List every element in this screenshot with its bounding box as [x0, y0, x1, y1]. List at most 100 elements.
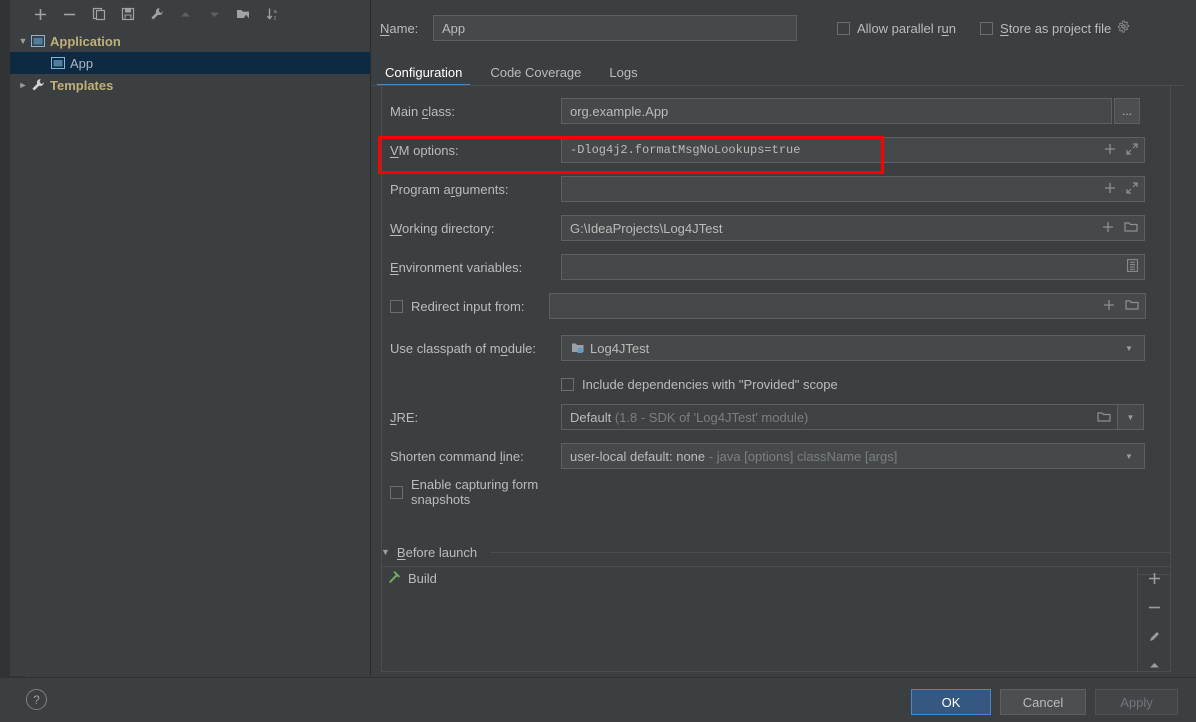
dialog-footer: ? OK Cancel Apply	[0, 677, 1196, 722]
vm-options-actions	[1096, 142, 1138, 158]
environment-variables-input[interactable]	[561, 254, 1145, 280]
folder-icon[interactable]	[1125, 299, 1139, 314]
tree-node-application[interactable]: ▼ Application	[10, 30, 370, 52]
configurations-tree: ▼ Application App ► Templates	[10, 30, 370, 96]
application-icon	[50, 55, 66, 71]
expand-icon[interactable]	[1126, 181, 1138, 197]
shorten-value-main: user-local default: none	[570, 448, 706, 464]
folder-icon[interactable]	[1124, 221, 1138, 236]
configurations-left-panel: az ▼ Application App ► Templates	[10, 0, 371, 676]
sort-az-icon[interactable]: az	[264, 6, 281, 23]
arrow-up-icon[interactable]	[1148, 659, 1161, 675]
use-classpath-row: Use classpath of module: Log4JTest ▼	[381, 333, 1181, 363]
chevron-down-icon[interactable]: ▼	[1120, 452, 1138, 461]
cancel-button-label: Cancel	[1022, 694, 1064, 710]
checkbox-box[interactable]	[390, 485, 403, 499]
enable-snapshots-checkbox[interactable]: Enable capturing form snapshots	[381, 477, 561, 507]
plus-icon[interactable]	[1103, 299, 1115, 314]
environment-variables-row: Environment variables:	[381, 252, 1181, 282]
minus-icon[interactable]	[1148, 601, 1161, 617]
shorten-command-line-combobox[interactable]: user-local default: none - java [options…	[561, 443, 1145, 469]
plus-icon[interactable]	[1104, 182, 1116, 197]
plus-icon[interactable]	[1148, 572, 1161, 588]
list-item[interactable]: Build	[382, 567, 1137, 589]
allow-parallel-run-label: Allow parallel run	[857, 20, 957, 36]
vm-options-label: VM options:	[390, 142, 459, 158]
program-arguments-input[interactable]	[561, 176, 1145, 202]
tab-logs[interactable]: Logs	[595, 58, 651, 86]
help-icon: ?	[33, 692, 40, 707]
plus-icon[interactable]	[32, 6, 49, 23]
copy-icon[interactable]	[90, 6, 107, 23]
use-classpath-value: Log4JTest	[590, 340, 650, 356]
jre-browse-icon[interactable]	[1089, 411, 1111, 423]
plus-icon[interactable]	[1102, 221, 1114, 236]
checkbox-box[interactable]	[390, 299, 403, 313]
use-classpath-combobox[interactable]: Log4JTest ▼	[561, 335, 1145, 361]
store-as-project-file-checkbox[interactable]: Store as project file	[980, 21, 1111, 36]
expand-icon[interactable]	[1126, 142, 1138, 158]
folder-add-icon[interactable]	[235, 6, 252, 23]
name-input[interactable]: App	[433, 15, 797, 41]
use-classpath-label: Use classpath of module:	[390, 340, 536, 356]
help-button[interactable]: ?	[26, 689, 47, 710]
main-class-input[interactable]: org.example.App	[561, 98, 1112, 124]
environment-variables-actions	[1119, 259, 1138, 275]
tab-code-coverage[interactable]: Code Coverage	[476, 58, 595, 86]
jre-dropdown-button[interactable]: ▼	[1118, 404, 1144, 430]
redirect-input-actions	[1095, 299, 1139, 314]
working-directory-value: G:\IdeaProjects\Log4JTest	[570, 220, 723, 236]
name-input-value: App	[442, 20, 466, 36]
cancel-button[interactable]: Cancel	[1000, 689, 1086, 715]
list-icon[interactable]	[1127, 259, 1138, 275]
environment-variables-label: Environment variables:	[390, 259, 523, 275]
redirect-input-field[interactable]	[549, 293, 1146, 319]
run-debug-configurations-dialog: 1 1 1 1 1 1 1 1	[0, 0, 1196, 722]
tree-node-app[interactable]: App	[10, 52, 370, 74]
checkbox-box[interactable]	[561, 377, 574, 391]
pencil-icon[interactable]	[1148, 630, 1161, 646]
allow-parallel-run-checkbox[interactable]: Allow parallel run	[837, 21, 956, 36]
save-icon[interactable]	[119, 6, 136, 23]
ellipsis-icon: ...	[1121, 104, 1132, 118]
configurations-toolbar: az	[10, 0, 370, 28]
before-launch-task-list[interactable]: Build	[381, 566, 1138, 672]
before-launch-title: Before launch	[396, 544, 478, 560]
chevron-down-icon[interactable]: ▼	[381, 547, 390, 557]
name-label: Name:	[380, 20, 419, 36]
program-arguments-row: Program arguments:	[381, 174, 1181, 204]
wrench-icon[interactable]	[148, 6, 165, 23]
plus-icon[interactable]	[1104, 143, 1116, 158]
redirect-input-row: Redirect input from:	[381, 291, 1181, 321]
configuration-form: Main class: org.example.App ... VM optio…	[381, 96, 1181, 513]
chevron-down-icon[interactable]: ▼	[16, 36, 30, 46]
minus-icon[interactable]	[61, 6, 78, 23]
redirect-input-checkbox[interactable]: Redirect input from:	[381, 299, 561, 314]
svg-text:z: z	[273, 16, 276, 21]
checkbox-box[interactable]	[837, 21, 850, 35]
arrow-down-icon[interactable]	[206, 6, 223, 23]
tab-label: Code Coverage	[490, 64, 582, 80]
tree-node-templates[interactable]: ► Templates	[10, 74, 370, 96]
checkbox-box[interactable]	[980, 21, 994, 35]
shorten-command-line-value: user-local default: none - java [options…	[570, 449, 1120, 464]
vm-options-input[interactable]: -Dlog4j2.formatMsgNoLookups=true	[561, 137, 1145, 163]
application-icon	[30, 33, 46, 49]
gear-icon[interactable]	[1117, 20, 1130, 36]
chevron-down-icon[interactable]: ▼	[1120, 344, 1138, 353]
before-launch-header[interactable]: ▼ Before launch	[381, 541, 1171, 563]
tab-configuration[interactable]: Configuration	[371, 58, 476, 86]
shorten-command-line-row: Shorten command line: user-local default…	[381, 441, 1181, 471]
chevron-right-icon[interactable]: ►	[16, 80, 30, 90]
arrow-up-icon[interactable]	[177, 6, 194, 23]
include-provided-checkbox[interactable]: Include dependencies with "Provided" sco…	[561, 377, 838, 392]
jre-value: Default (1.8 - SDK of 'Log4JTest' module…	[570, 410, 1089, 425]
ok-button[interactable]: OK	[911, 689, 991, 715]
main-class-value: org.example.App	[570, 103, 669, 119]
main-class-browse-button[interactable]: ...	[1114, 98, 1140, 124]
working-directory-row: Working directory: G:\IdeaProjects\Log4J…	[381, 213, 1181, 243]
main-class-label: Main class:	[390, 103, 456, 119]
jre-combobox[interactable]: Default (1.8 - SDK of 'Log4JTest' module…	[561, 404, 1118, 430]
apply-button[interactable]: Apply	[1095, 689, 1178, 715]
working-directory-input[interactable]: G:\IdeaProjects\Log4JTest	[561, 215, 1145, 241]
